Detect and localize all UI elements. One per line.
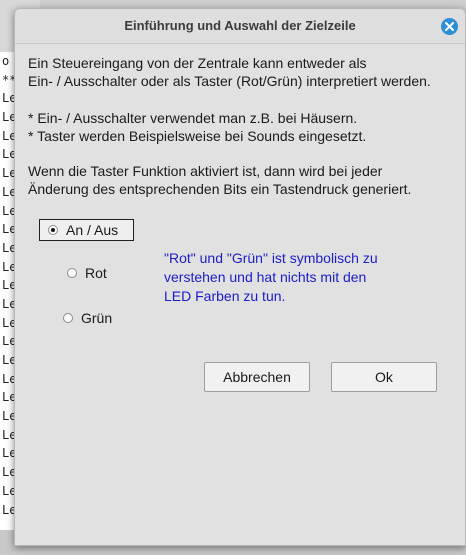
bullet-item: * Ein- / Ausschalter verwendet man z.B. … xyxy=(28,110,358,126)
dialog-titlebar[interactable]: Einführung und Auswahl der Zielzeile xyxy=(15,9,465,44)
explanation-line: Wenn die Taster Funktion aktiviert ist, … xyxy=(28,163,383,179)
explanation-line: Änderung des entsprechenden Bits ein Tas… xyxy=(28,181,412,197)
radio-button-icon[interactable] xyxy=(48,225,58,235)
note-line: LED Farben zu tun. xyxy=(164,288,286,304)
ok-button[interactable]: Ok xyxy=(331,362,437,392)
close-button[interactable] xyxy=(441,18,458,35)
intro-line: Ein- / Ausschalter oder als Taster (Rot/… xyxy=(28,73,431,89)
radio-label: Grün xyxy=(81,310,113,326)
dialog-title: Einführung und Auswahl der Zielzeile xyxy=(124,18,356,33)
radio-option-gruen[interactable]: Grün xyxy=(63,310,112,326)
radio-label: An / Aus xyxy=(66,222,119,238)
explanation-text: Wenn die Taster Funktion aktiviert ist, … xyxy=(28,162,411,198)
radio-option-an-aus[interactable]: An / Aus xyxy=(39,219,135,241)
intro-text: Ein Steuereingang von der Zentrale kann … xyxy=(28,54,431,90)
close-icon xyxy=(445,22,454,31)
intro-line: Ein Steuereingang von der Zentrale kann … xyxy=(28,55,367,71)
radio-label: Rot xyxy=(85,265,107,281)
radio-option-rot[interactable]: Rot xyxy=(67,265,107,281)
cancel-button[interactable]: Abbrechen xyxy=(204,362,310,392)
note-line: verstehen und hat nichts mit den xyxy=(164,269,367,285)
bullet-list: * Ein- / Ausschalter verwendet man z.B. … xyxy=(28,109,366,145)
bullet-item: * Taster werden Beispielsweise bei Sound… xyxy=(28,128,367,144)
symbolic-note: "Rot" und "Grün" ist symbolisch zu verst… xyxy=(164,249,378,306)
intro-dialog: Einführung und Auswahl der Zielzeile Ein… xyxy=(14,8,466,546)
radio-button-icon[interactable] xyxy=(63,313,73,323)
radio-button-icon[interactable] xyxy=(67,268,77,278)
note-line: "Rot" und "Grün" ist symbolisch zu xyxy=(164,250,378,266)
